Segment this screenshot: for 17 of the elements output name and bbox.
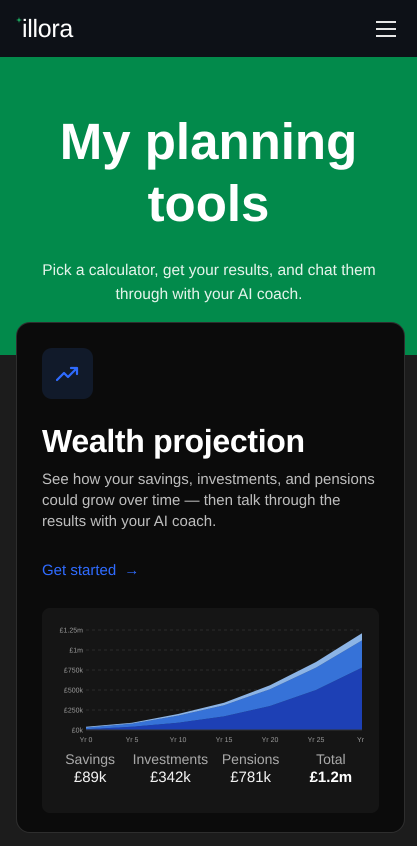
stat-value: £342k [150, 768, 191, 788]
card-title: Wealth projection [42, 422, 306, 461]
get-started-link[interactable]: Get started → [42, 561, 140, 581]
stat-value: £1.2m [310, 768, 352, 788]
page-subtitle: Pick a calculator, get your results, and chat them through with your AI coach. [41, 261, 377, 305]
logo[interactable]: illora [22, 14, 73, 42]
stat-label: Pensions [222, 750, 280, 768]
stat-label: Investments [132, 750, 208, 768]
page-title: My planning tools [58, 112, 358, 234]
stat-label: Total [316, 750, 346, 768]
sparkle-icon [16, 16, 22, 22]
stat-label: Savings [65, 750, 116, 768]
card-description: See how your savings, investments, and pensions could grow over time — then talk through the results with your AI coach. [42, 470, 376, 532]
stat-value: £781k [230, 768, 272, 788]
trend-up-icon [56, 366, 80, 382]
stat-value: £89k [74, 768, 106, 788]
menu-icon [375, 20, 397, 38]
